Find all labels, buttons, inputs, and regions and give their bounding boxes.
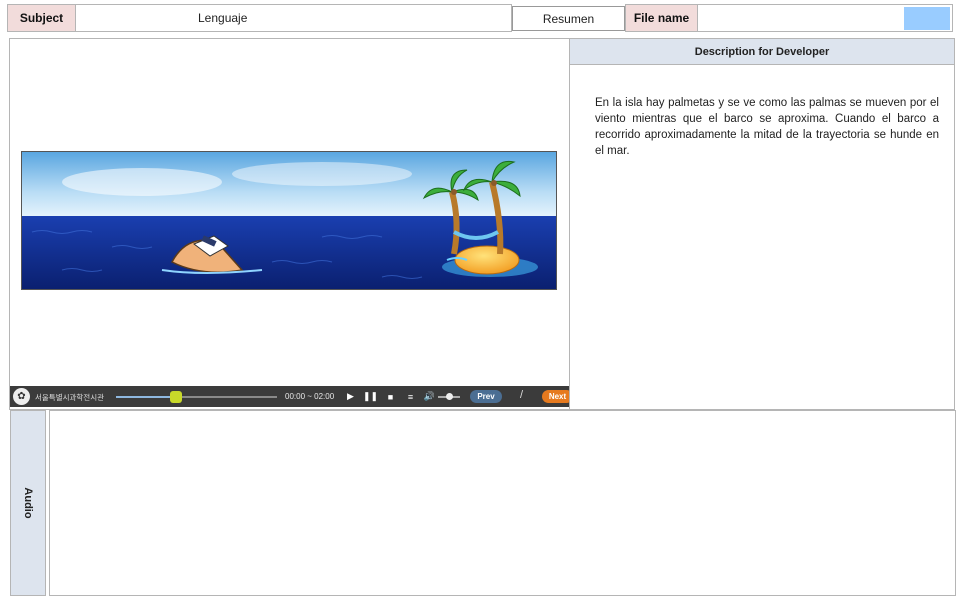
media-player-bar: ✿ 서울특별시과학전시관 00:00 ~ 02:00 ▶ ❚❚ ■ ≡ 🔊 Pr… [10,386,573,407]
play-icon[interactable]: ▶ [344,390,357,403]
file-color-swatch [904,7,950,30]
progress-fill [116,396,176,398]
description-panel [569,38,955,410]
file-name-label: File name [625,4,698,32]
volume-knob[interactable] [446,393,453,400]
menu-icon[interactable]: ≡ [404,390,417,403]
institution-logo-icon: ✿ [13,388,30,405]
institution-name: 서울특별시과학전시관 [35,393,104,402]
progress-thumb[interactable] [169,391,182,403]
subject-value: Lenguaje [75,4,512,32]
stop-icon[interactable]: ■ [384,390,397,403]
subject-label: Subject [7,4,76,32]
audio-tab: Audio [10,410,46,596]
volume-slider[interactable] [438,393,460,400]
prev-button[interactable]: Prev [470,390,502,403]
animation-scene [21,151,557,290]
cloud [62,168,222,196]
nav-separator: / [520,389,524,401]
volume-icon[interactable]: 🔊 [423,390,436,403]
time-display: 00:00 ~ 02:00 [285,392,335,401]
audio-label: Audio [22,487,34,519]
audio-content-box[interactable] [49,410,956,596]
summary-button[interactable]: Resumen [512,6,625,31]
island-scene-illustration [22,152,556,289]
pause-icon[interactable]: ❚❚ [363,390,378,403]
cloud [232,162,412,186]
description-text: En la isla hay palmetas y se ve como las… [595,97,939,157]
progress-track[interactable] [116,391,277,403]
description-title: Description for Developer [570,39,954,65]
